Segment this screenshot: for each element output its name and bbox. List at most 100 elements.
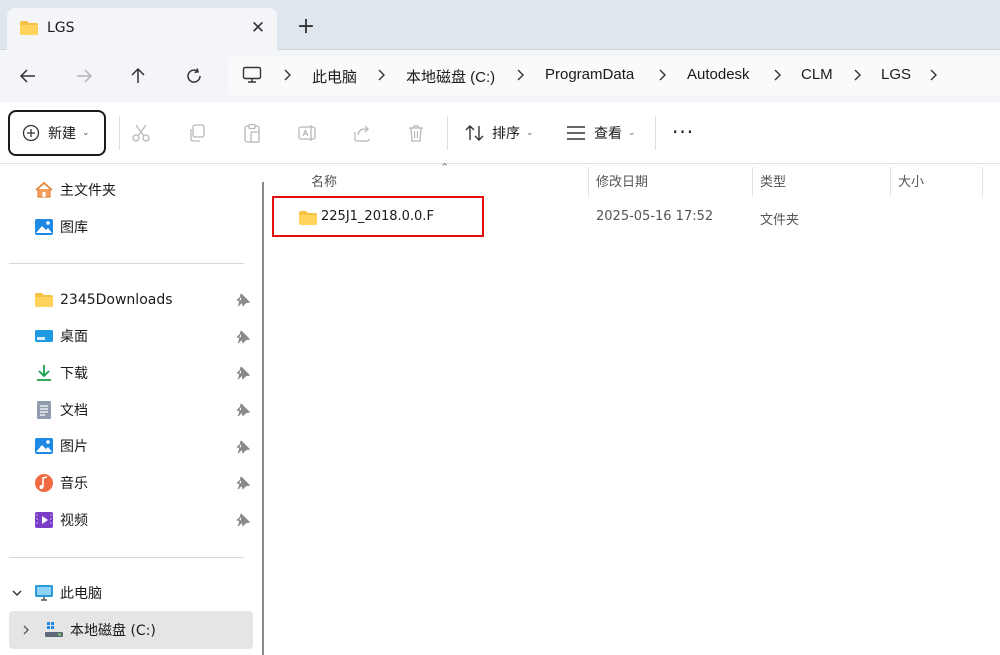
chevron-right-icon [854, 69, 861, 81]
document-icon [34, 400, 54, 420]
breadcrumb-local-disk[interactable]: 本地磁盘 (C:) [406, 66, 495, 87]
command-bar: 新建 ⌄ 排序 ⌄ 查看 ⌄ ··· [0, 102, 1000, 164]
pin-icon[interactable] [236, 440, 250, 454]
up-button[interactable] [124, 62, 152, 90]
column-divider[interactable] [890, 167, 891, 197]
column-header-modified[interactable]: 修改日期 [596, 171, 648, 190]
sidebar-item-label: 下载 [60, 366, 88, 382]
paste-icon[interactable] [241, 122, 263, 144]
sidebar-item-home[interactable]: 主文件夹 [34, 175, 259, 205]
sidebar-item-label: 视频 [60, 513, 88, 529]
folder-icon [34, 290, 54, 310]
sidebar-item-label: 音乐 [60, 476, 88, 492]
pin-icon[interactable] [236, 403, 250, 417]
file-type: 文件夹 [760, 213, 800, 228]
breadcrumb-autodesk[interactable]: Autodesk [687, 66, 750, 83]
rename-icon[interactable] [296, 122, 318, 144]
file-modified: 2025-05-16 17:52 [596, 209, 714, 224]
chevron-right-icon[interactable] [21, 624, 31, 636]
music-icon [34, 473, 54, 493]
column-divider[interactable] [752, 167, 753, 197]
cut-icon[interactable] [130, 122, 152, 144]
breadcrumb-programdata[interactable]: ProgramData [545, 66, 634, 83]
tab-strip: LGS ✕ + [0, 0, 1000, 50]
gallery-icon [34, 217, 54, 237]
chevron-right-icon [774, 69, 781, 81]
pin-icon[interactable] [236, 366, 250, 380]
sort-ascending-icon: ⌃ [440, 161, 450, 174]
view-icon [567, 126, 585, 140]
pin-icon[interactable] [236, 293, 250, 307]
breadcrumb-lgs[interactable]: LGS [881, 66, 911, 83]
back-button[interactable] [14, 62, 42, 90]
column-divider[interactable] [588, 167, 589, 197]
more-options-button[interactable]: ··· [672, 122, 694, 142]
pin-icon[interactable] [236, 476, 250, 490]
sidebar-item-label: 图片 [60, 439, 88, 455]
column-header-name[interactable]: 名称 [311, 171, 337, 190]
monitor-icon [242, 66, 262, 88]
close-icon[interactable]: ✕ [247, 17, 269, 39]
toolbar-divider [655, 116, 656, 150]
sidebar-item-music[interactable]: 音乐 [34, 468, 259, 498]
chevron-right-icon [284, 69, 291, 81]
sidebar-item-gallery[interactable]: 图库 [34, 212, 259, 242]
tab-lgs[interactable]: LGS ✕ [7, 8, 277, 50]
copy-icon[interactable] [186, 122, 208, 144]
view-label: 查看 [594, 126, 622, 142]
drive-icon [44, 620, 64, 640]
sidebar-item-label: 此电脑 [60, 586, 102, 602]
sort-button[interactable]: 排序 ⌄ [464, 120, 534, 146]
sidebar-item-2345downloads[interactable]: 2345Downloads [34, 285, 259, 315]
sidebar-item-documents[interactable]: 文档 [34, 395, 259, 425]
forward-button[interactable] [70, 62, 98, 90]
view-button[interactable]: 查看 ⌄ [566, 120, 636, 146]
sidebar-item-this-pc[interactable]: 此电脑 [34, 578, 259, 608]
chevron-down-icon: ⌄ [628, 128, 636, 138]
sidebar-item-label: 桌面 [60, 329, 88, 345]
chevron-down-icon: ⌄ [82, 128, 90, 138]
sidebar-item-label: 本地磁盘 (C:) [70, 623, 156, 639]
pictures-icon [34, 436, 54, 456]
pin-icon[interactable] [236, 330, 250, 344]
column-header-size[interactable]: 大小 [898, 171, 924, 190]
share-icon[interactable] [351, 122, 373, 144]
sidebar-item-videos[interactable]: 视频 [34, 505, 259, 535]
tab-title: LGS [47, 20, 75, 36]
sort-icon [465, 125, 484, 141]
refresh-button[interactable] [180, 62, 208, 90]
delete-icon[interactable] [405, 122, 427, 144]
arrow-left-icon [19, 69, 35, 83]
column-divider[interactable] [982, 167, 983, 197]
sidebar-item-downloads[interactable]: 下载 [34, 358, 259, 388]
arrow-right-icon [77, 69, 93, 83]
chevron-right-icon [659, 69, 666, 81]
navigation-bar: 此电脑 本地磁盘 (C:) ProgramData Autodesk CLM L… [0, 50, 1000, 102]
new-button[interactable]: 新建 ⌄ [8, 110, 106, 156]
sidebar-item-label: 主文件夹 [60, 183, 116, 199]
sidebar-divider [9, 557, 244, 558]
sidebar-item-label: 图库 [60, 220, 88, 236]
new-tab-button[interactable]: + [294, 16, 318, 40]
toolbar-divider [447, 116, 448, 150]
sidebar-item-label: 文档 [60, 403, 88, 419]
column-header-type[interactable]: 类型 [760, 171, 786, 190]
pin-icon[interactable] [236, 513, 250, 527]
desktop-icon [34, 326, 54, 346]
sidebar-scrollbar[interactable] [262, 182, 264, 655]
sidebar-item-label: 2345Downloads [60, 292, 173, 308]
chevron-down-icon[interactable] [11, 588, 23, 598]
address-bar[interactable]: 此电脑 本地磁盘 (C:) ProgramData Autodesk CLM L… [228, 56, 1000, 96]
sidebar-item-local-disk[interactable]: 本地磁盘 (C:) [44, 615, 269, 645]
breadcrumb-clm[interactable]: CLM [801, 66, 833, 83]
arrow-up-icon [131, 67, 145, 83]
chevron-right-icon [517, 69, 524, 81]
chevron-right-icon [378, 69, 385, 81]
sidebar-item-pictures[interactable]: 图片 [34, 431, 259, 461]
toolbar-divider [119, 116, 120, 150]
chevron-down-icon: ⌄ [526, 128, 534, 138]
sidebar-item-desktop[interactable]: 桌面 [34, 321, 259, 351]
new-button-label: 新建 [48, 126, 76, 142]
file-list: ⌃ 名称 修改日期 类型 大小 225J1_2018.0.0.F 2025-05… [272, 161, 1000, 655]
breadcrumb-this-pc[interactable]: 此电脑 [312, 66, 357, 87]
